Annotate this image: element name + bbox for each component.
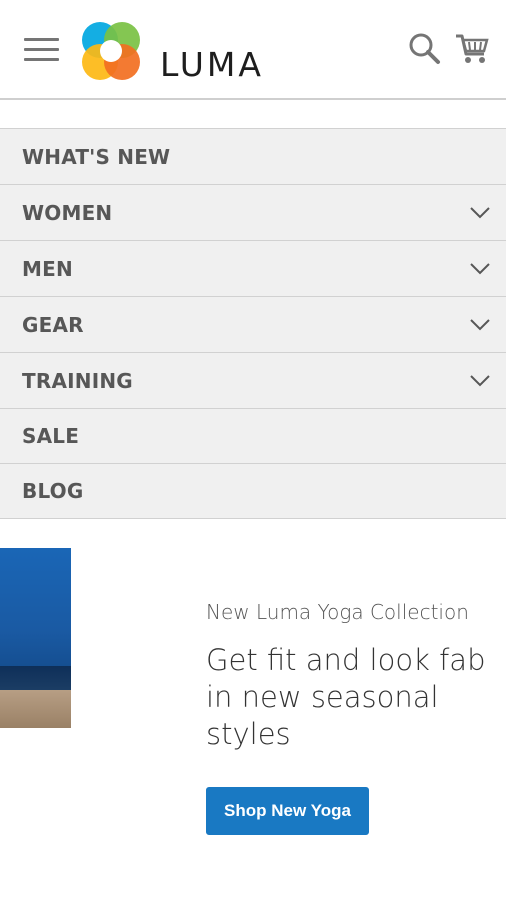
nav-item-sale[interactable]: SALE: [0, 409, 506, 464]
nav-item-label: GEAR: [22, 313, 84, 337]
hamburger-menu-icon[interactable]: [24, 36, 59, 64]
hero-subtitle: New Luma Yoga Collection: [206, 600, 469, 624]
cart-icon[interactable]: [454, 32, 490, 66]
nav-item-blog[interactable]: BLOG: [0, 464, 506, 519]
brand-name: LUMA: [160, 45, 264, 84]
nav-item-label: WOMEN: [22, 201, 113, 225]
hero-image: [0, 548, 71, 728]
hero-title: Get fit and look fab in new seasonal sty…: [206, 643, 486, 751]
nav-item-women[interactable]: WOMEN: [0, 185, 506, 241]
nav-item-whats-new[interactable]: WHAT'S NEW: [0, 129, 506, 185]
main-navigation: WHAT'S NEW WOMEN MEN GEAR TRAINING SALE …: [0, 128, 506, 519]
luma-logo[interactable]: LUMA: [78, 18, 288, 84]
site-header: LUMA: [0, 0, 506, 100]
nav-item-men[interactable]: MEN: [0, 241, 506, 297]
luma-logo-icon: [82, 22, 140, 80]
chevron-down-icon: [470, 207, 490, 219]
nav-item-gear[interactable]: GEAR: [0, 297, 506, 353]
chevron-down-icon: [470, 263, 490, 275]
nav-item-label: TRAINING: [22, 369, 133, 393]
shop-new-yoga-button[interactable]: Shop New Yoga: [206, 787, 369, 835]
nav-item-label: MEN: [22, 257, 73, 281]
nav-item-label: SALE: [22, 424, 80, 448]
nav-item-training[interactable]: TRAINING: [0, 353, 506, 409]
chevron-down-icon: [470, 319, 490, 331]
nav-item-label: WHAT'S NEW: [22, 145, 171, 169]
chevron-down-icon: [470, 375, 490, 387]
search-icon[interactable]: [408, 32, 442, 66]
nav-item-label: BLOG: [22, 479, 84, 503]
